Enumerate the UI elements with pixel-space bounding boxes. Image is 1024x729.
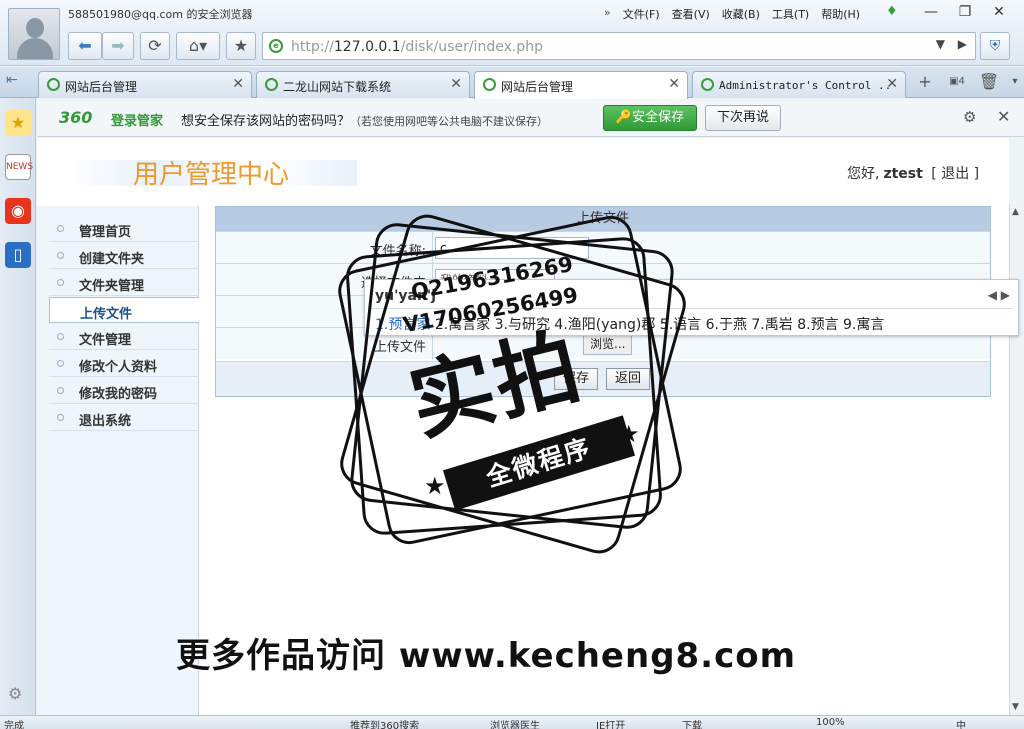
- sidebar-item-create-folder[interactable]: 创建文件夹: [49, 243, 199, 269]
- tab-control-panel[interactable]: Administrator's Control ... ✕: [692, 71, 906, 98]
- tab-admin-1[interactable]: 网站后台管理 ✕: [38, 71, 252, 98]
- dock-settings-gear-icon[interactable]: ⚙: [8, 684, 22, 703]
- tab-label: Administrator's Control ...: [719, 79, 889, 92]
- left-dock: ★ NEWS ◉ ▯ ⚙: [0, 98, 36, 715]
- sidebar-item-exit[interactable]: 退出系统: [49, 405, 199, 431]
- refresh-icon[interactable]: ⟳: [140, 32, 170, 60]
- new-tab-icon[interactable]: +: [912, 70, 938, 94]
- sidebar-item-upload[interactable]: 上传文件: [49, 297, 199, 323]
- tab-count-badge[interactable]: ▣4: [944, 70, 970, 94]
- tab-tools: + ▣4 🗑 ▾: [912, 70, 1022, 94]
- forward-icon[interactable]: ➡: [102, 32, 134, 60]
- status-bar: 完成 推荐到360搜索 浏览器医生 IE打开 下载 100% 中: [0, 715, 1024, 729]
- sidebar-item-password[interactable]: 修改我的密码: [49, 378, 199, 404]
- sidebar-toggle-icon[interactable]: ⇤: [6, 72, 18, 88]
- mobile-icon[interactable]: ▯: [5, 242, 31, 268]
- back-icon[interactable]: ⬅: [68, 32, 102, 60]
- logout-link[interactable]: [ 退出 ]: [931, 166, 979, 182]
- gear-icon[interactable]: ⚙: [963, 108, 976, 126]
- safe-save-button[interactable]: 🔑安全保存: [603, 105, 697, 131]
- tab-favicon-icon: [265, 78, 278, 91]
- page-favicon-icon: e: [269, 39, 283, 53]
- tab-close-icon[interactable]: ✕: [450, 76, 462, 92]
- status-zoom[interactable]: 100%: [816, 717, 845, 728]
- sidebar-nav: 管理首页 创建文件夹 文件夹管理 上传文件 文件管理 修改个人资料 修改我的密码…: [37, 206, 199, 715]
- tab-label: 二龙山网站下载系统: [283, 80, 392, 94]
- menu-bar: » 文件(F) 查看(V) 收藏(B) 工具(T) 帮助(H): [604, 6, 860, 22]
- scroll-up-icon[interactable]: ▲: [1012, 207, 1019, 217]
- tab-favicon-icon: [47, 78, 60, 91]
- watermark-stamp: Q2196316269 V17060256499 实拍 全微程序 ★ ★: [334, 209, 691, 559]
- news-icon[interactable]: NEWS: [5, 154, 33, 180]
- address-bar[interactable]: e http://127.0.0.1/disk/user/index.php ▼…: [262, 32, 976, 60]
- user-greeting: 您好, ztest [ 退出 ]: [847, 166, 980, 182]
- favorite-star-icon[interactable]: ★: [226, 32, 256, 60]
- tab-close-icon[interactable]: ✕: [886, 76, 898, 92]
- status-doctor[interactable]: 浏览器医生: [490, 717, 540, 729]
- window-title: 588501980@qq.com 的安全浏览器: [68, 8, 253, 21]
- minimize-icon[interactable]: —: [914, 2, 948, 22]
- skin-shirt-icon[interactable]: ♦: [886, 5, 902, 19]
- home-icon[interactable]: ⌂▾: [176, 32, 220, 60]
- tab-label: 网站后台管理: [65, 80, 138, 94]
- promo-banner: 更多作品访问 www.kecheng8.com: [176, 636, 797, 676]
- page-title: 用户管理中心: [133, 160, 290, 190]
- window-controls: — ❐ ✕: [914, 2, 1016, 22]
- menu-favorites[interactable]: 收藏(B): [722, 6, 760, 22]
- scroll-down-icon[interactable]: ▼: [1012, 702, 1019, 712]
- menu-help[interactable]: 帮助(H): [821, 6, 860, 22]
- page-header: 用户管理中心 您好, ztest [ 退出 ]: [37, 138, 1009, 204]
- trash-icon[interactable]: 🗑: [976, 70, 1002, 94]
- browser-top-bar: 588501980@qq.com 的安全浏览器 » 文件(F) 查看(V) 收藏…: [0, 0, 1024, 66]
- status-ime-mode[interactable]: 中: [956, 717, 966, 729]
- favorites-star-icon[interactable]: ★: [5, 110, 31, 136]
- brand-360-logo: 360: [59, 108, 93, 127]
- tab-label: 网站后台管理: [501, 80, 574, 94]
- menu-more-icon[interactable]: »: [604, 6, 611, 22]
- tab-menu-icon[interactable]: ▾: [1008, 70, 1022, 94]
- ime-page-arrows-icon[interactable]: ◀ ▶: [988, 288, 1010, 302]
- tab-favicon-icon: [483, 78, 496, 91]
- status-recommend[interactable]: 推荐到360搜索: [350, 717, 419, 729]
- star-icon: ★: [424, 472, 446, 500]
- tab-download-system[interactable]: 二龙山网站下载系统 ✕: [256, 71, 470, 98]
- weibo-icon[interactable]: ◉: [5, 198, 31, 224]
- status-download[interactable]: 下载: [682, 717, 702, 729]
- status-ie-open[interactable]: IE打开: [596, 717, 625, 729]
- sidebar-item-folder-manage[interactable]: 文件夹管理: [49, 270, 199, 296]
- tab-favicon-icon: [701, 78, 714, 91]
- close-icon[interactable]: ✕: [982, 2, 1016, 22]
- sidebar-item-profile[interactable]: 修改个人资料: [49, 351, 199, 377]
- menu-tools[interactable]: 工具(T): [772, 6, 809, 22]
- tab-admin-active[interactable]: 网站后台管理 ✕: [474, 71, 688, 99]
- maximize-icon[interactable]: ❐: [948, 2, 982, 22]
- sidebar-item-home[interactable]: 管理首页: [49, 216, 199, 242]
- sidebar-item-file-manage[interactable]: 文件管理: [49, 324, 199, 350]
- close-icon[interactable]: ✕: [997, 107, 1010, 126]
- password-manager-bar: 360 登录管家 想安全保存该网站的密码吗？（若您使用网吧等公共电脑不建议保存）…: [37, 99, 1024, 137]
- go-icon[interactable]: ▶: [958, 37, 967, 51]
- tab-close-icon[interactable]: ✕: [232, 76, 244, 92]
- brand-name: 登录管家: [111, 114, 164, 129]
- username: ztest: [883, 166, 923, 182]
- url-text[interactable]: http://127.0.0.1/disk/user/index.php: [291, 39, 543, 55]
- tab-bar: ⇤ 网站后台管理 ✕ 二龙山网站下载系统 ✕ 网站后台管理 ✕ Administ…: [0, 67, 1024, 99]
- tab-close-icon[interactable]: ✕: [668, 76, 680, 92]
- menu-file[interactable]: 文件(F): [623, 6, 660, 22]
- url-dropdown-icon[interactable]: ▼: [936, 37, 945, 51]
- menu-view[interactable]: 查看(V): [672, 6, 710, 22]
- star-icon: ★: [618, 420, 640, 448]
- later-button[interactable]: 下次再说: [705, 105, 781, 131]
- shield-icon[interactable]: ⛨: [980, 32, 1010, 60]
- password-question: 想安全保存该网站的密码吗？（若您使用网吧等公共电脑不建议保存）: [181, 114, 549, 129]
- user-avatar-icon[interactable]: [8, 8, 60, 60]
- status-done: 完成: [4, 721, 24, 729]
